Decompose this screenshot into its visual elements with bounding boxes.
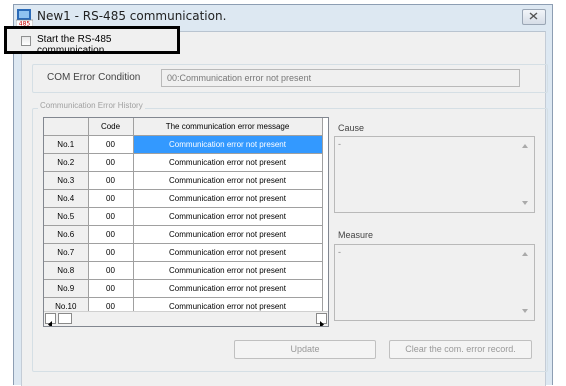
code-cell[interactable]: 00 bbox=[88, 207, 134, 226]
row-number-cell[interactable]: No.3 bbox=[44, 171, 89, 190]
start-communication-label[interactable]: Start the RS-485 communication. bbox=[37, 34, 177, 56]
message-cell[interactable]: Communication error not present bbox=[133, 171, 323, 190]
code-cell[interactable]: 00 bbox=[88, 225, 134, 244]
row-number-cell[interactable]: No.2 bbox=[44, 153, 89, 172]
scroll-left-button[interactable] bbox=[45, 313, 56, 326]
table-row[interactable]: No.6 00 Communication error not present bbox=[44, 225, 323, 244]
code-cell[interactable]: 00 bbox=[88, 243, 134, 262]
window-title: New1 - RS-485 communication. bbox=[37, 9, 227, 23]
message-cell[interactable]: Communication error not present bbox=[133, 153, 323, 172]
scroll-up-icon[interactable] bbox=[521, 251, 529, 257]
row-number-cell[interactable]: No.4 bbox=[44, 189, 89, 208]
cause-value: - bbox=[338, 139, 341, 149]
table-header-row: Code The communication error message bbox=[44, 118, 323, 136]
row-number-cell[interactable]: No.5 bbox=[44, 207, 89, 226]
code-cell[interactable]: 00 bbox=[88, 135, 134, 154]
row-number-cell[interactable]: No.9 bbox=[44, 279, 89, 298]
table-row[interactable]: No.3 00 Communication error not present bbox=[44, 171, 323, 190]
table-row[interactable]: No.9 00 Communication error not present bbox=[44, 279, 323, 298]
table-row[interactable]: No.2 00 Communication error not present bbox=[44, 153, 323, 172]
column-header-no bbox=[44, 118, 89, 136]
cause-textbox[interactable]: - bbox=[334, 136, 535, 213]
table-row[interactable]: No.7 00 Communication error not present bbox=[44, 243, 323, 262]
horizontal-scrollbar[interactable] bbox=[44, 311, 328, 326]
table-row[interactable]: No.1 00 Communication error not present bbox=[44, 135, 323, 154]
message-cell[interactable]: Communication error not present bbox=[133, 207, 323, 226]
code-cell[interactable]: 00 bbox=[88, 261, 134, 280]
table-row[interactable]: No.8 00 Communication error not present bbox=[44, 261, 323, 280]
scroll-down-icon[interactable] bbox=[521, 200, 529, 206]
scroll-thumb[interactable] bbox=[58, 313, 72, 324]
scroll-down-icon[interactable] bbox=[521, 308, 529, 314]
cause-label: Cause bbox=[338, 123, 365, 133]
message-cell[interactable]: Communication error not present bbox=[133, 243, 323, 262]
arrow-left-icon bbox=[48, 321, 52, 326]
error-history-grid[interactable]: Code The communication error message No.… bbox=[43, 117, 329, 327]
row-number-cell[interactable]: No.6 bbox=[44, 225, 89, 244]
row-number-cell[interactable]: No.8 bbox=[44, 261, 89, 280]
close-icon bbox=[529, 12, 538, 20]
update-button[interactable]: Update bbox=[234, 340, 376, 359]
app-485-icon: 485 bbox=[15, 8, 34, 28]
code-cell[interactable]: 00 bbox=[88, 153, 134, 172]
column-header-code: Code bbox=[88, 118, 134, 136]
measure-textbox[interactable]: - bbox=[334, 244, 535, 321]
error-history-legend: Communication Error History bbox=[38, 101, 145, 110]
arrow-right-icon bbox=[320, 321, 324, 326]
start-communication-highlight: Start the RS-485 communication. bbox=[4, 26, 180, 56]
cause-vertical-scrollbar[interactable] bbox=[519, 137, 531, 212]
message-cell[interactable]: Communication error not present bbox=[133, 225, 323, 244]
message-cell[interactable]: Communication error not present bbox=[133, 261, 323, 280]
close-button[interactable] bbox=[522, 9, 546, 25]
code-cell[interactable]: 00 bbox=[88, 171, 134, 190]
scroll-right-button[interactable] bbox=[316, 313, 327, 326]
error-history-table: Code The communication error message No.… bbox=[44, 118, 323, 316]
message-cell[interactable]: Communication error not present bbox=[133, 189, 323, 208]
com-error-field: 00:Communication error not present bbox=[161, 69, 520, 87]
start-communication-checkbox[interactable] bbox=[21, 36, 31, 46]
com-error-group: COM Error Condition 00:Communication err… bbox=[32, 64, 548, 93]
scroll-up-icon[interactable] bbox=[521, 143, 529, 149]
measure-vertical-scrollbar[interactable] bbox=[519, 245, 531, 320]
column-header-message: The communication error message bbox=[133, 118, 323, 136]
row-number-cell[interactable]: No.1 bbox=[44, 135, 89, 154]
com-error-label: COM Error Condition bbox=[47, 72, 141, 83]
code-cell[interactable]: 00 bbox=[88, 279, 134, 298]
clear-error-record-button[interactable]: Clear the com. error record. bbox=[389, 340, 532, 359]
measure-value: - bbox=[338, 247, 341, 257]
code-cell[interactable]: 00 bbox=[88, 189, 134, 208]
message-cell[interactable]: Communication error not present bbox=[133, 135, 323, 154]
measure-label: Measure bbox=[338, 230, 374, 240]
row-number-cell[interactable]: No.7 bbox=[44, 243, 89, 262]
table-row[interactable]: No.5 00 Communication error not present bbox=[44, 207, 323, 226]
message-cell[interactable]: Communication error not present bbox=[133, 279, 323, 298]
table-row[interactable]: No.4 00 Communication error not present bbox=[44, 189, 323, 208]
